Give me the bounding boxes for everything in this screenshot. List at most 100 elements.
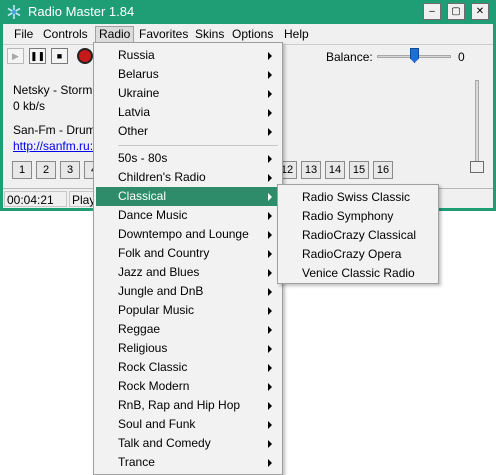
menu-item-other[interactable]: Other xyxy=(96,122,280,141)
station-url-link[interactable]: http://sanfm.ru:8 xyxy=(13,139,100,153)
minimize-button[interactable]: – xyxy=(423,3,441,20)
submenu-arrow-icon xyxy=(268,288,272,296)
preset-button-16[interactable]: 16 xyxy=(373,161,393,179)
balance-label: Balance: xyxy=(326,50,373,64)
submenu-arrow-icon xyxy=(268,90,272,98)
menu-skins[interactable]: Skins xyxy=(192,26,227,43)
volume-slider-track[interactable] xyxy=(475,80,479,170)
submenu-arrow-icon xyxy=(268,212,272,220)
menu-options[interactable]: Options xyxy=(229,26,276,43)
submenu-arrow-icon xyxy=(268,364,272,372)
menu-help[interactable]: Help xyxy=(281,26,312,43)
submenu-arrow-icon xyxy=(268,71,272,79)
submenu-arrow-icon xyxy=(268,128,272,136)
maximize-button[interactable]: ▢ xyxy=(447,3,465,20)
submenu-arrow-icon xyxy=(268,307,272,315)
menu-item-rnb-rap-hiphop[interactable]: RnB, Rap and Hip Hop xyxy=(96,396,280,415)
radio-dropdown-menu: Russia Belarus Ukraine Latvia Other 50s … xyxy=(93,42,283,475)
preset-button-3[interactable]: 3 xyxy=(60,161,80,179)
volume-slider-thumb[interactable] xyxy=(470,161,484,173)
menu-item-jungle-dnb[interactable]: Jungle and DnB xyxy=(96,282,280,301)
menu-item-jazz-blues[interactable]: Jazz and Blues xyxy=(96,263,280,282)
submenu-arrow-icon xyxy=(268,109,272,117)
menu-item-classical[interactable]: Classical xyxy=(96,187,280,206)
station-radio-swiss-classic[interactable]: Radio Swiss Classic xyxy=(280,188,436,207)
elapsed-time: 00:04:21 xyxy=(4,191,67,207)
menu-item-trance[interactable]: Trance xyxy=(96,453,280,472)
balance-slider-thumb[interactable] xyxy=(410,48,419,63)
balance-value: 0 xyxy=(458,50,465,64)
close-button[interactable]: ✕ xyxy=(471,3,489,20)
play-button[interactable]: ▶ xyxy=(7,48,24,64)
menu-item-label: Rock Classic xyxy=(118,360,188,374)
menu-favorites[interactable]: Favorites xyxy=(136,26,191,43)
submenu-arrow-icon xyxy=(268,326,272,334)
menu-bar: File Controls Radio Favorites Skins Opti… xyxy=(3,24,493,44)
menu-item-label: Jazz and Blues xyxy=(118,265,200,279)
menu-item-label: Talk and Comedy xyxy=(118,436,211,450)
menu-item-folk-country[interactable]: Folk and Country xyxy=(96,244,280,263)
menu-item-talk-comedy[interactable]: Talk and Comedy xyxy=(96,434,280,453)
pause-button[interactable]: ❚❚ xyxy=(29,48,46,64)
record-button[interactable] xyxy=(77,48,93,64)
track-title: Netsky - Storm cl xyxy=(13,83,105,97)
menu-item-popular-music[interactable]: Popular Music xyxy=(96,301,280,320)
submenu-arrow-icon xyxy=(268,155,272,163)
menu-item-label: Classical xyxy=(118,189,167,203)
submenu-arrow-icon xyxy=(268,193,272,201)
menu-item-label: Popular Music xyxy=(118,303,195,317)
bitrate-label: 0 kb/s xyxy=(13,99,46,113)
menu-item-label: Trance xyxy=(118,455,155,469)
submenu-arrow-icon xyxy=(268,383,272,391)
menu-item-childrens-radio[interactable]: Children's Radio xyxy=(96,168,280,187)
classical-submenu: Radio Swiss Classic Radio Symphony Radio… xyxy=(277,184,439,284)
menu-item-50s-80s[interactable]: 50s - 80s xyxy=(96,149,280,168)
menu-item-downtempo-lounge[interactable]: Downtempo and Lounge xyxy=(96,225,280,244)
preset-button-15[interactable]: 15 xyxy=(349,161,369,179)
menu-item-label: Other xyxy=(118,124,149,138)
submenu-arrow-icon xyxy=(268,402,272,410)
menu-item-dance-music[interactable]: Dance Music xyxy=(96,206,280,225)
menu-item-label: Children's Radio xyxy=(118,170,206,184)
submenu-arrow-icon xyxy=(268,52,272,60)
preset-button-2[interactable]: 2 xyxy=(36,161,56,179)
menu-item-label: RnB, Rap and Hip Hop xyxy=(118,398,241,412)
menu-item-belarus[interactable]: Belarus xyxy=(96,65,280,84)
menu-item-label: Rock Modern xyxy=(118,379,190,393)
station-venice-classic-radio[interactable]: Venice Classic Radio xyxy=(280,264,436,283)
stop-button[interactable]: ■ xyxy=(51,48,68,64)
menu-item-label: Russia xyxy=(118,48,155,62)
menu-item-label: Folk and Country xyxy=(118,246,210,260)
app-snowflake-icon xyxy=(7,5,21,19)
menu-item-label: Downtempo and Lounge xyxy=(118,227,249,241)
station-radio-symphony[interactable]: Radio Symphony xyxy=(280,207,436,226)
menu-item-religious[interactable]: Religious xyxy=(96,339,280,358)
preset-button-1[interactable]: 1 xyxy=(12,161,32,179)
preset-button-14[interactable]: 14 xyxy=(325,161,345,179)
menu-item-label: Ukraine xyxy=(118,86,160,100)
menu-item-label: Reggae xyxy=(118,322,161,336)
menu-item-label: Dance Music xyxy=(118,208,188,222)
station-radiocrazy-opera[interactable]: RadioCrazy Opera xyxy=(280,245,436,264)
menu-file[interactable]: File xyxy=(11,26,36,43)
menu-controls[interactable]: Controls xyxy=(40,26,91,43)
menu-radio[interactable]: Radio xyxy=(95,26,135,43)
preset-button-13[interactable]: 13 xyxy=(301,161,321,179)
submenu-arrow-icon xyxy=(268,345,272,353)
submenu-arrow-icon xyxy=(268,250,272,258)
play-state: Play xyxy=(69,191,95,207)
station-radiocrazy-classical[interactable]: RadioCrazy Classical xyxy=(280,226,436,245)
menu-item-reggae[interactable]: Reggae xyxy=(96,320,280,339)
menu-item-latvia[interactable]: Latvia xyxy=(96,103,280,122)
submenu-arrow-icon xyxy=(268,174,272,182)
menu-item-soul-funk[interactable]: Soul and Funk xyxy=(96,415,280,434)
menu-item-label: Latvia xyxy=(118,105,151,119)
submenu-arrow-icon xyxy=(268,440,272,448)
submenu-arrow-icon xyxy=(268,459,272,467)
menu-item-russia[interactable]: Russia xyxy=(96,46,280,65)
menu-item-rock-classic[interactable]: Rock Classic xyxy=(96,358,280,377)
menu-item-rock-modern[interactable]: Rock Modern xyxy=(96,377,280,396)
menu-item-ukraine[interactable]: Ukraine xyxy=(96,84,280,103)
title-bar[interactable]: Radio Master 1.84 – ▢ ✕ xyxy=(0,0,496,24)
window-title: Radio Master 1.84 xyxy=(28,4,135,19)
